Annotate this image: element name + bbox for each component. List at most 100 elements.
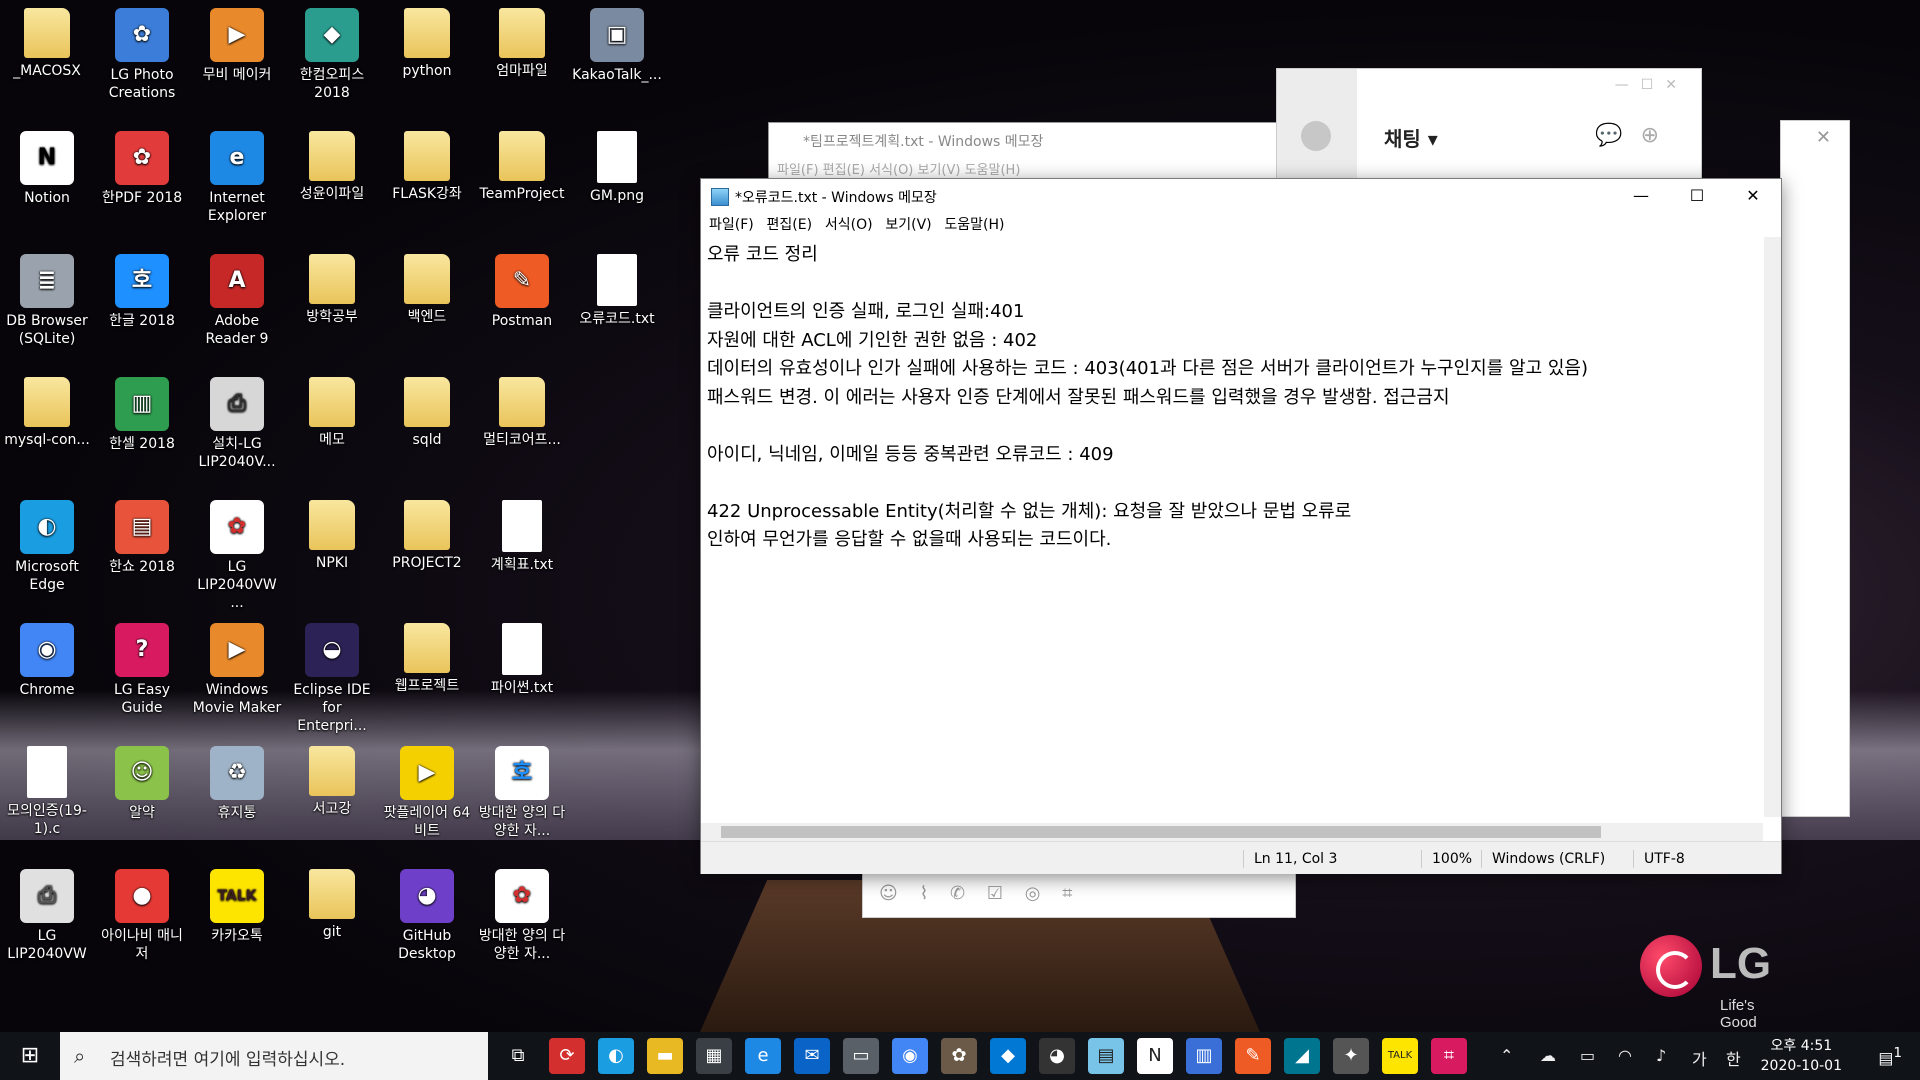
notepad-window[interactable]: *오류코드.txt - Windows 메모장 — ☐ ✕ 파일(F) 편집(E…: [700, 178, 1782, 874]
battery-icon[interactable]: ▭: [1580, 1046, 1595, 1065]
capture-icon[interactable]: ⌗: [1062, 883, 1072, 904]
desktop-icon[interactable]: e Internet Explorer: [192, 125, 282, 225]
clock[interactable]: 오후 4:51 2020-10-01: [1761, 1036, 1842, 1076]
desktop-icon[interactable]: ♻ 휴지통: [192, 740, 282, 822]
notification-icon[interactable]: ▤1: [1878, 1046, 1902, 1067]
emoji-icon[interactable]: ☺: [879, 883, 898, 904]
desktop-icon[interactable]: 호 방대한 양의 다양한 자...: [477, 740, 567, 840]
menu-file[interactable]: 파일(F): [709, 213, 754, 237]
taskbar-chrome-icon[interactable]: ◉: [892, 1038, 928, 1074]
profile-avatar[interactable]: [1301, 121, 1331, 151]
desktop-icon[interactable]: 호 한글 2018: [97, 248, 187, 330]
attach-icon[interactable]: ⌇: [920, 883, 929, 904]
close-icon[interactable]: ✕: [1816, 127, 1831, 148]
desktop-icon[interactable]: 메모: [287, 371, 377, 449]
taskbar-mail-icon[interactable]: ✉: [794, 1038, 830, 1074]
desktop-icon[interactable]: ◕ GitHub Desktop: [382, 863, 472, 963]
chevron-up-icon[interactable]: ⌃: [1500, 1046, 1513, 1065]
desktop-icon[interactable]: 웹프로젝트: [382, 617, 472, 695]
desktop-icon[interactable]: mysql-con...: [2, 371, 92, 449]
desktop-icon[interactable]: ▶ 무비 메이커: [192, 2, 282, 84]
desktop-icon[interactable]: ≣ DB Browser (SQLite): [2, 248, 92, 348]
menu-view[interactable]: 보기(V): [885, 213, 931, 237]
desktop-icon[interactable]: FLASK강좌: [382, 125, 472, 203]
desktop-icon[interactable]: TALK 카카오톡: [192, 863, 282, 945]
desktop-icon[interactable]: ? LG Easy Guide: [97, 617, 187, 717]
desktop-icon[interactable]: 백엔드: [382, 248, 472, 326]
voice-icon[interactable]: ◎: [1025, 883, 1041, 904]
desktop-icon[interactable]: GM.png: [572, 125, 662, 205]
menu-help[interactable]: 도움말(H): [944, 213, 1004, 237]
taskbar-notepad-icon[interactable]: ▤: [1088, 1038, 1124, 1074]
desktop-icon[interactable]: ✿ LG Photo Creations: [97, 2, 187, 102]
taskbar-files-icon[interactable]: ▥: [1186, 1038, 1222, 1074]
desktop-icon[interactable]: ◉ Chrome: [2, 617, 92, 699]
chat-title[interactable]: 채팅 ▾: [1384, 123, 1438, 152]
desktop-icon[interactable]: 멀티코어프...: [477, 371, 567, 449]
desktop-icon[interactable]: A Adobe Reader 9: [192, 248, 282, 348]
desktop-icon[interactable]: ◆ 한컴오피스 2018: [287, 2, 377, 102]
desktop-icon[interactable]: sqld: [382, 371, 472, 449]
taskbar-store-icon[interactable]: ▦: [696, 1038, 732, 1074]
start-button[interactable]: ⊞: [0, 1032, 60, 1080]
taskbar-task-view-icon[interactable]: ⧉: [500, 1038, 536, 1074]
desktop-icon[interactable]: ▤ 한쇼 2018: [97, 494, 187, 576]
desktop-icon[interactable]: ⎙ 설치-LG LIP2040V...: [192, 371, 282, 471]
background-notepad-window[interactable]: *팀프로젝트계획.txt - Windows 메모장 파일(F) 편집(E) 서…: [768, 122, 1298, 184]
desktop-icon[interactable]: git: [287, 863, 377, 941]
taskbar-paint-icon[interactable]: ✿: [941, 1038, 977, 1074]
language-indicator[interactable]: 가: [1692, 1046, 1707, 1070]
chat-input-toolbar[interactable]: ☺ ⌇ ✆ ☑ ◎ ⌗: [862, 872, 1296, 918]
taskbar-kakao-tool-icon[interactable]: ⌗: [1431, 1038, 1467, 1074]
desktop-icon[interactable]: N Notion: [2, 125, 92, 207]
taskbar-paint-app-icon[interactable]: ✦: [1333, 1038, 1369, 1074]
ime-indicator[interactable]: 한: [1726, 1046, 1741, 1070]
horizontal-scrollbar[interactable]: [701, 823, 1763, 841]
menu-format[interactable]: 서식(O): [825, 213, 873, 237]
taskbar-vscode-icon[interactable]: ◆: [990, 1038, 1026, 1074]
desktop-icon[interactable]: ▶ 팟플레이어 64 비트: [382, 740, 472, 840]
taskbar-photos-icon[interactable]: ▭: [843, 1038, 879, 1074]
desktop-icon[interactable]: ✿ LG LIP2040VW ...: [192, 494, 282, 612]
desktop-icon[interactable]: ▣ KakaoTalk_...: [572, 2, 662, 84]
desktop-icon[interactable]: ✿ 방대한 양의 다양한 자...: [477, 863, 567, 963]
desktop-icon[interactable]: ☺ 알약: [97, 740, 187, 822]
schedule-icon[interactable]: ☑: [987, 883, 1003, 904]
taskbar-github-icon[interactable]: ◕: [1039, 1038, 1075, 1074]
taskbar-postman-icon[interactable]: ✎: [1235, 1038, 1271, 1074]
taskbar-notion-icon[interactable]: N: [1137, 1038, 1173, 1074]
taskbar-mysql-icon[interactable]: ◢: [1284, 1038, 1320, 1074]
minimize-button[interactable]: —: [1613, 179, 1669, 213]
desktop-icon[interactable]: PROJECT2: [382, 494, 472, 572]
horizontal-scroll-thumb[interactable]: [721, 826, 1601, 838]
taskbar-sync-app-icon[interactable]: ⟳: [549, 1038, 585, 1074]
desktop-icon[interactable]: 파이썬.txt: [477, 617, 567, 697]
desktop-icon[interactable]: NPKI: [287, 494, 377, 572]
desktop-icon[interactable]: ▥ 한셀 2018: [97, 371, 187, 453]
taskbar-kakaotalk-icon[interactable]: TALK: [1382, 1038, 1418, 1074]
chat-action-icons[interactable]: 💬⊕: [1595, 123, 1677, 148]
menu-edit[interactable]: 편집(E): [767, 213, 813, 237]
close-button[interactable]: ✕: [1725, 179, 1781, 213]
desktop-icon[interactable]: ◒ Eclipse IDE for Enterpri...: [287, 617, 377, 735]
desktop-icon[interactable]: 오류코드.txt: [572, 248, 662, 328]
desktop-icon[interactable]: 계획표.txt: [477, 494, 567, 574]
vertical-scrollbar[interactable]: [1764, 237, 1781, 817]
search-box[interactable]: ⌕ 검색하려면 여기에 입력하십시오.: [60, 1032, 488, 1080]
kakaotalk-window-controls[interactable]: —☐✕: [1615, 77, 1689, 93]
desktop-icon[interactable]: ▶ Windows Movie Maker: [192, 617, 282, 717]
notepad-titlebar[interactable]: *오류코드.txt - Windows 메모장 — ☐ ✕: [701, 179, 1781, 213]
notepad-text-area[interactable]: 오류 코드 정리 클라이언트의 인증 실패, 로그인 실패:401 자원에 대한 A…: [707, 241, 1757, 801]
desktop-icon[interactable]: ◐ Microsoft Edge: [2, 494, 92, 594]
volume-icon[interactable]: ♪: [1656, 1046, 1666, 1065]
taskbar-internet-explorer-icon[interactable]: e: [745, 1038, 781, 1074]
maximize-button[interactable]: ☐: [1669, 179, 1725, 213]
desktop-icon[interactable]: ✿ 한PDF 2018: [97, 125, 187, 207]
onedrive-icon[interactable]: ☁: [1540, 1046, 1556, 1065]
desktop-icon[interactable]: _MACOSX: [2, 2, 92, 80]
desktop-icon[interactable]: TeamProject: [477, 125, 567, 203]
taskbar-edge-icon[interactable]: ◐: [598, 1038, 634, 1074]
desktop-icon[interactable]: 엄마파일: [477, 2, 567, 80]
desktop-icon[interactable]: ● 아이나비 매니저: [97, 863, 187, 963]
desktop-icon[interactable]: 서고강: [287, 740, 377, 818]
